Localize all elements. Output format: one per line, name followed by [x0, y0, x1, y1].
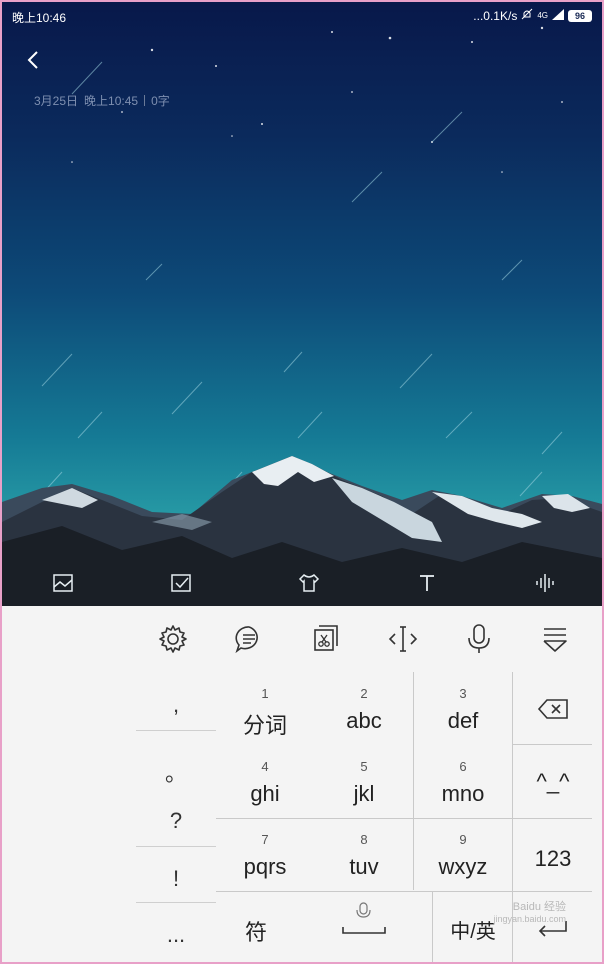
back-button[interactable]: [20, 46, 48, 74]
space-key[interactable]: [298, 895, 430, 961]
status-time: 晚上10:46: [12, 11, 67, 25]
symbol-ellipsis-key[interactable]: ...: [136, 922, 216, 948]
key-label: 分词: [242, 713, 287, 738]
symbol-key[interactable]: 符: [216, 895, 296, 961]
key-number: 6: [459, 759, 467, 774]
note-background: 晚上10:46 ...0.1K/s 4G 96 3月25日 晚上10:45 0字: [2, 2, 602, 606]
key-label: 123: [534, 846, 572, 871]
key-label: pqrs: [243, 854, 287, 879]
symbol-column: , 。 ? ! ...: [136, 672, 216, 960]
key-label: abc: [346, 708, 382, 733]
symbol-divider: [136, 846, 216, 847]
settings-gear-icon[interactable]: [156, 622, 190, 656]
meta-divider: [144, 95, 146, 106]
symbol-exclaim-key[interactable]: !: [136, 866, 216, 892]
keyboard-hide-icon[interactable]: [538, 622, 572, 656]
key-label: def: [447, 708, 479, 733]
key-2[interactable]: 2 abc: [315, 676, 413, 746]
keyboard-toolbar: [2, 606, 602, 670]
key-number: 2: [360, 686, 368, 701]
status-indicators: ...0.1K/s 4G 96: [473, 8, 592, 23]
key-label: 符: [244, 920, 267, 945]
grid-line: [432, 892, 433, 962]
numeric-key[interactable]: 123: [513, 822, 593, 892]
checkbox-icon[interactable]: [168, 570, 194, 596]
key-number: 1: [261, 686, 269, 701]
grid-line: [512, 744, 592, 745]
audio-wave-icon[interactable]: [532, 570, 558, 596]
symbol-question-key[interactable]: ?: [136, 808, 216, 834]
key-label: ghi: [250, 781, 280, 806]
note-word-count: 0字: [151, 94, 170, 108]
key-3[interactable]: 3 def: [414, 676, 512, 746]
net-speed: ...0.1K/s: [473, 8, 518, 23]
key-7[interactable]: 7 pqrs: [216, 822, 314, 892]
key-number: 7: [261, 832, 269, 847]
backspace-key[interactable]: [513, 676, 593, 744]
key-number: 4: [261, 759, 269, 774]
ime-keyboard: , 。 ? ! ... 1 分词 2 abc 3 def 4 ghi 5 jkl…: [2, 606, 602, 962]
mute-icon: [521, 8, 533, 23]
emoticon-key[interactable]: ^_^: [513, 749, 593, 819]
key-4[interactable]: 4 ghi: [216, 749, 314, 819]
key-5[interactable]: 5 jkl: [315, 749, 413, 819]
key-label: ^_^: [536, 769, 570, 794]
key-number: 3: [459, 686, 467, 701]
note-time: 晚上10:45: [84, 94, 139, 108]
key-number: 9: [459, 832, 467, 847]
cursor-move-icon[interactable]: [386, 622, 420, 656]
key-number: 5: [360, 759, 368, 774]
image-icon[interactable]: [50, 570, 76, 596]
key-label: wxyz: [438, 854, 488, 879]
symbol-divider: [136, 902, 216, 903]
clipboard-cut-icon[interactable]: [308, 622, 342, 656]
note-toolbar: [2, 562, 602, 606]
watermark: Baidu 经验 jingyan.baidu.com: [493, 898, 566, 924]
battery-indicator: 96: [568, 9, 592, 22]
key-6[interactable]: 6 mno: [414, 749, 512, 819]
key-label: jkl: [353, 781, 375, 806]
key-label: mno: [441, 781, 485, 806]
key-8[interactable]: 8 tuv: [315, 822, 413, 892]
backspace-icon: [537, 699, 568, 719]
key-number: 8: [360, 832, 368, 847]
key-9[interactable]: 9 wxyz: [414, 822, 512, 892]
theme-shirt-icon[interactable]: [296, 570, 322, 596]
chevron-left-icon: [27, 51, 38, 69]
note-meta: 3月25日 晚上10:45 0字: [34, 92, 170, 109]
signal-label: 4G: [537, 11, 548, 20]
symbol-comma-key[interactable]: ,: [136, 692, 216, 718]
watermark-title: Baidu 经验: [512, 901, 566, 913]
text-format-icon[interactable]: [414, 570, 440, 596]
space-mic-icon: [342, 902, 386, 934]
symbol-period-key[interactable]: 。: [136, 756, 216, 788]
chat-bubble-icon[interactable]: [232, 622, 266, 656]
watermark-url: jingyan.baidu.com: [493, 914, 566, 924]
status-bar: 晚上10:46 ...0.1K/s 4G 96: [2, 2, 602, 30]
key-1[interactable]: 1 分词: [216, 676, 314, 746]
note-date: 3月25日: [34, 94, 79, 108]
symbol-divider: [136, 730, 216, 731]
signal-icon: [552, 8, 564, 23]
microphone-icon[interactable]: [462, 622, 496, 656]
key-label: tuv: [349, 854, 379, 879]
